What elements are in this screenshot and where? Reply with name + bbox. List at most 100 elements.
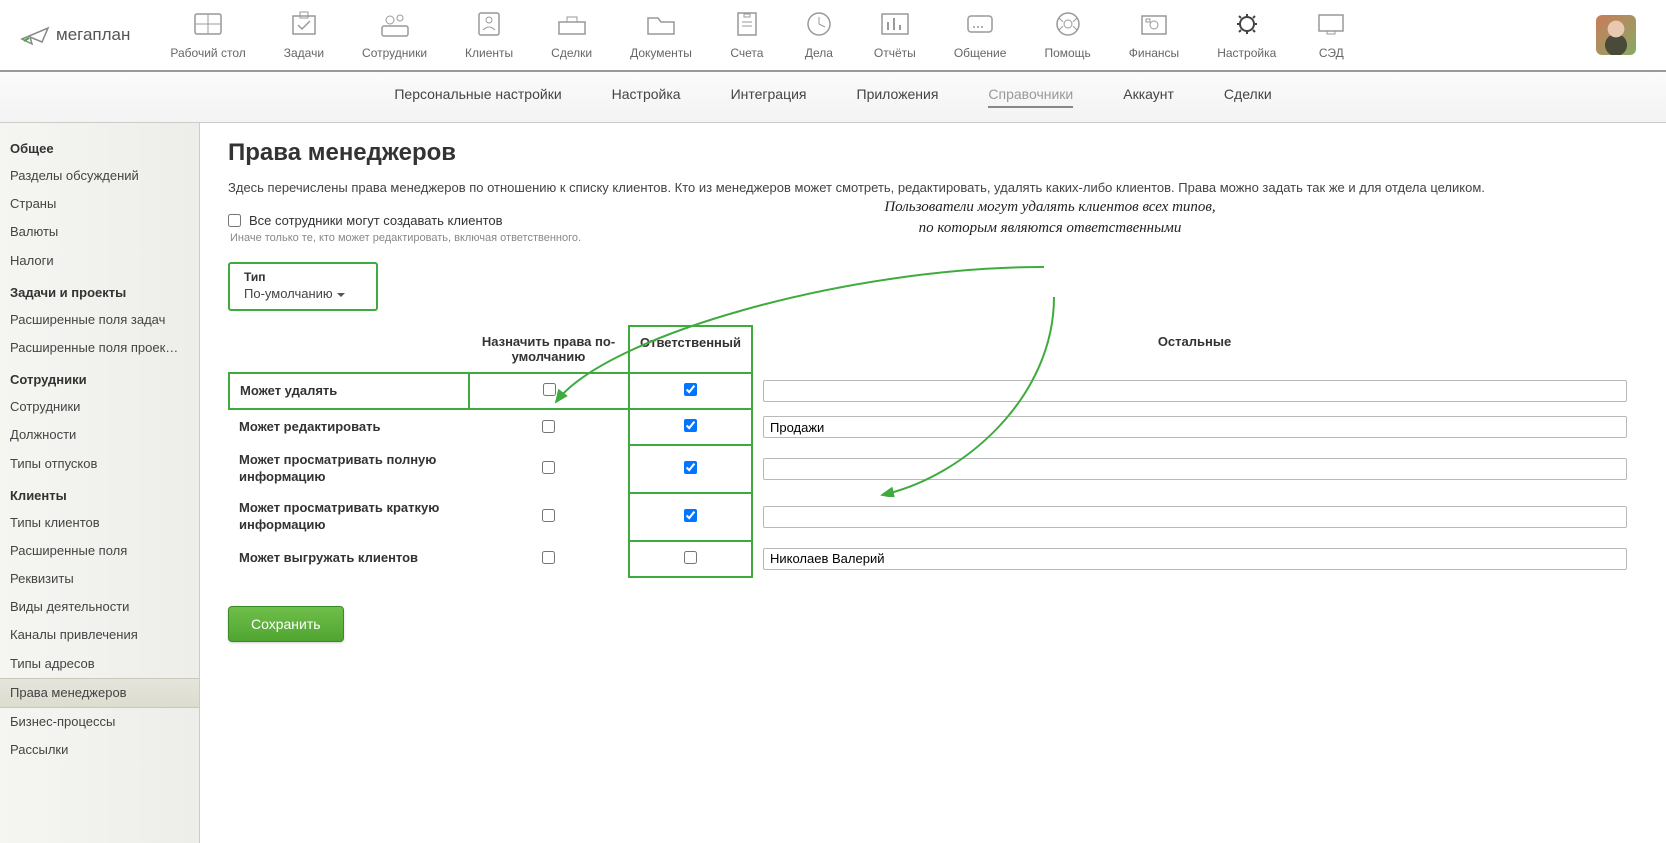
responsible-checkbox[interactable] <box>684 461 697 474</box>
subnav-сделки[interactable]: Сделки <box>1224 86 1272 108</box>
nav-label: Клиенты <box>465 46 513 60</box>
sidebar-group-клиенты: Клиенты <box>0 478 199 509</box>
all-create-checkbox[interactable] <box>228 214 241 227</box>
nav-label: Счета <box>730 46 763 60</box>
sidebar-item[interactable]: Каналы привлечения <box>0 621 199 649</box>
nav-label: Сотрудники <box>362 46 427 60</box>
assign-checkbox[interactable] <box>542 420 555 433</box>
assign-checkbox[interactable] <box>543 383 556 396</box>
nav-label: Общение <box>954 46 1007 60</box>
nav-icon <box>1230 10 1264 38</box>
sidebar-item[interactable]: Разделы обсуждений <box>0 162 199 190</box>
nav-label: СЭД <box>1319 46 1344 60</box>
sidebar-item[interactable]: Расширенные поля <box>0 537 199 565</box>
nav-icon <box>191 10 225 38</box>
assign-checkbox[interactable] <box>542 509 555 522</box>
sidebar: ОбщееРазделы обсужденийСтраныВалютыНалог… <box>0 123 200 843</box>
sidebar-item[interactable]: Типы отпусков <box>0 450 199 478</box>
sidebar-item[interactable]: Сотрудники <box>0 393 199 421</box>
subnav-аккаунт[interactable]: Аккаунт <box>1123 86 1174 108</box>
nav-счета[interactable]: Счета <box>730 10 764 60</box>
avatar[interactable] <box>1596 15 1636 55</box>
top-bar: мегаплан Рабочий стол Задачи Сотрудники Кли… <box>0 0 1666 72</box>
sidebar-item[interactable]: Страны <box>0 190 199 218</box>
col-responsible: Ответственный <box>629 326 752 373</box>
subnav-приложения[interactable]: Приложения <box>857 86 939 108</box>
others-input[interactable] <box>763 416 1627 438</box>
sidebar-item[interactable]: Должности <box>0 421 199 449</box>
nav-icon <box>730 10 764 38</box>
nav-label: Документы <box>630 46 692 60</box>
others-input[interactable] <box>763 548 1627 570</box>
nav-настройка[interactable]: Настройка <box>1217 10 1276 60</box>
perm-row: Может просматривать полную информацию <box>229 445 1637 493</box>
perm-row: Может выгружать клиентов <box>229 541 1637 577</box>
sidebar-item[interactable]: Типы клиентов <box>0 509 199 537</box>
sidebar-group-общее: Общее <box>0 131 199 162</box>
type-label: Тип <box>244 270 362 284</box>
responsible-checkbox[interactable] <box>684 383 697 396</box>
sidebar-item[interactable]: Рассылки <box>0 736 199 764</box>
sidebar-item[interactable]: Типы адресов <box>0 650 199 678</box>
col-others: Остальные <box>752 326 1637 373</box>
all-create-label: Все сотрудники могут создавать клиентов <box>249 213 503 228</box>
nav-label: Помощь <box>1044 46 1090 60</box>
nav-label: Задачи <box>284 46 324 60</box>
sidebar-item[interactable]: Реквизиты <box>0 565 199 593</box>
nav-icon <box>963 10 997 38</box>
save-button[interactable]: Сохранить <box>228 606 344 642</box>
nav-дела[interactable]: Дела <box>802 10 836 60</box>
perm-label: Может просматривать полную информацию <box>229 445 469 493</box>
nav-задачи[interactable]: Задачи <box>284 10 324 60</box>
perm-label: Может редактировать <box>229 409 469 445</box>
sidebar-item[interactable]: Валюты <box>0 218 199 246</box>
type-selector[interactable]: Тип По-умолчанию <box>228 262 378 311</box>
nav-icon <box>1137 10 1171 38</box>
perm-label: Может удалять <box>229 373 469 409</box>
nav-label: Дела <box>805 46 833 60</box>
nav-клиенты[interactable]: Клиенты <box>465 10 513 60</box>
sidebar-item[interactable]: Расширенные поля задач <box>0 306 199 334</box>
nav-финансы[interactable]: Финансы <box>1129 10 1179 60</box>
nav-общение[interactable]: Общение <box>954 10 1007 60</box>
sidebar-group-сотрудники: Сотрудники <box>0 362 199 393</box>
nav-сотрудники[interactable]: Сотрудники <box>362 10 427 60</box>
nav-отчёты[interactable]: Отчёты <box>874 10 916 60</box>
hint-text: Иначе только те, кто может редактировать… <box>230 232 1638 244</box>
col-assign: Назначить права по-умолчанию <box>469 326 629 373</box>
others-input[interactable] <box>763 458 1627 480</box>
sidebar-item[interactable]: Расширенные поля проек… <box>0 334 199 362</box>
subnav-справочники[interactable]: Справочники <box>988 86 1073 108</box>
nav-label: Рабочий стол <box>170 46 245 60</box>
subnav-настройка[interactable]: Настройка <box>612 86 681 108</box>
nav-label: Сделки <box>551 46 592 60</box>
nav-сделки[interactable]: Сделки <box>551 10 592 60</box>
responsible-checkbox[interactable] <box>684 419 697 432</box>
assign-checkbox[interactable] <box>542 461 555 474</box>
type-value: По-умолчанию <box>244 286 362 301</box>
sidebar-item[interactable]: Виды деятельности <box>0 593 199 621</box>
nav-помощь[interactable]: Помощь <box>1044 10 1090 60</box>
perm-row: Может редактировать <box>229 409 1637 445</box>
nav-icon <box>472 10 506 38</box>
sidebar-group-задачи-и-проекты: Задачи и проекты <box>0 275 199 306</box>
logo[interactable]: мегаплан <box>20 24 130 46</box>
perm-row: Может просматривать краткую информацию <box>229 493 1637 541</box>
others-input[interactable] <box>763 506 1627 528</box>
assign-checkbox[interactable] <box>542 551 555 564</box>
sidebar-item[interactable]: Бизнес-процессы <box>0 708 199 736</box>
nav-рабочий-стол[interactable]: Рабочий стол <box>170 10 245 60</box>
sidebar-item[interactable]: Права менеджеров <box>0 678 199 708</box>
subnav-интеграция[interactable]: Интеграция <box>731 86 807 108</box>
permissions-table: Назначить права по-умолчанию Ответственн… <box>228 325 1638 578</box>
nav-сэд[interactable]: СЭД <box>1314 10 1348 60</box>
nav-документы[interactable]: Документы <box>630 10 692 60</box>
responsible-checkbox[interactable] <box>684 551 697 564</box>
nav-label: Отчёты <box>874 46 916 60</box>
others-input[interactable] <box>763 380 1627 402</box>
subnav-персональные-настройки[interactable]: Персональные настройки <box>394 86 561 108</box>
nav-icon <box>878 10 912 38</box>
sidebar-item[interactable]: Налоги <box>0 247 199 275</box>
nav-icon <box>644 10 678 38</box>
responsible-checkbox[interactable] <box>684 509 697 522</box>
